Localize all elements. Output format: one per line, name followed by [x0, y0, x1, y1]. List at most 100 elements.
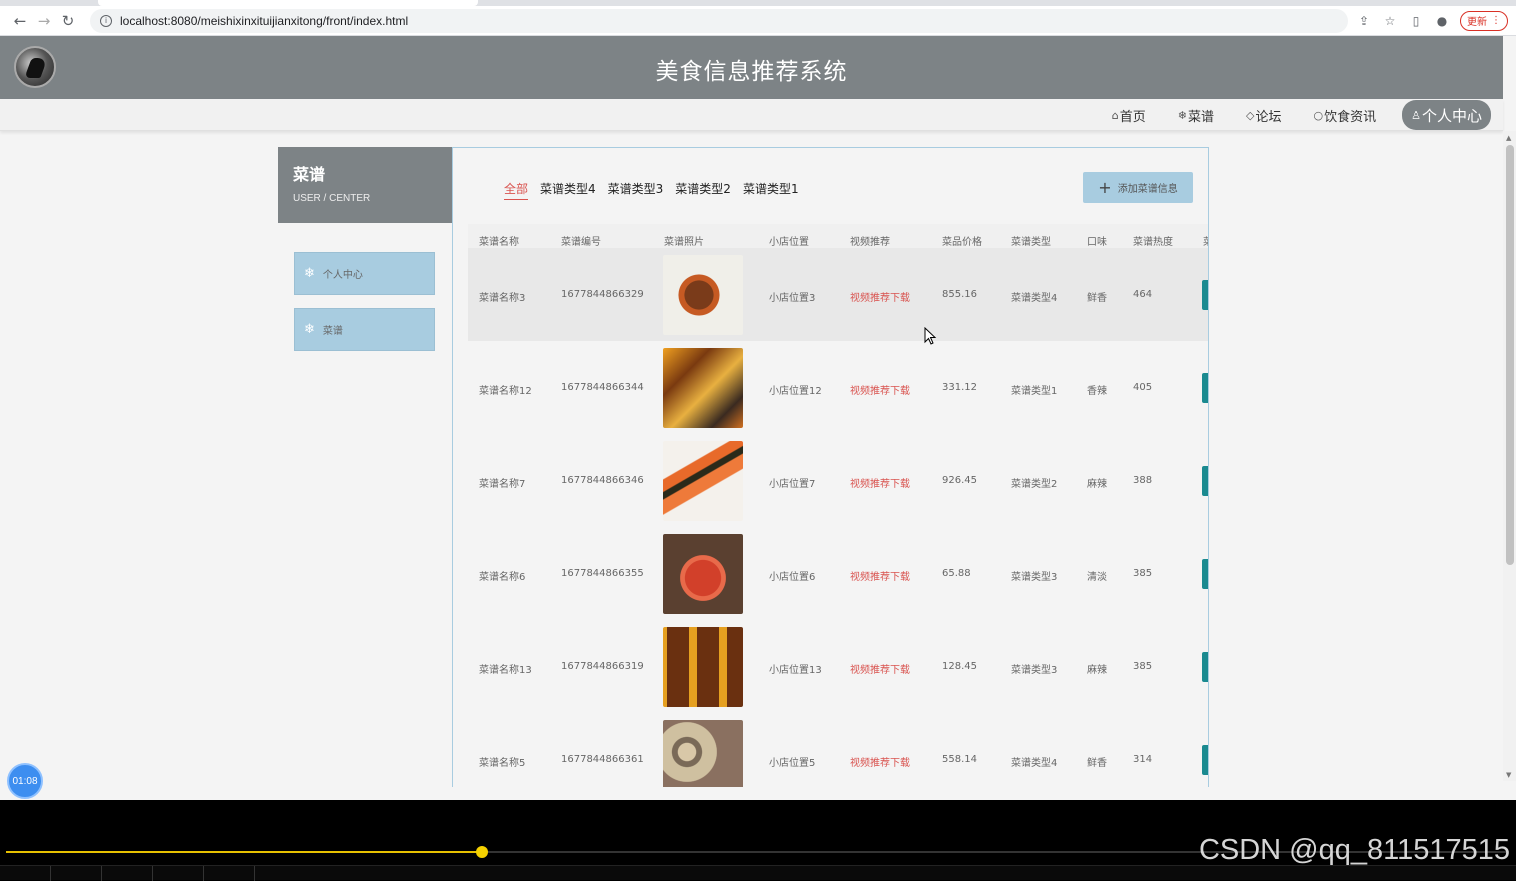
nav-recipes[interactable]: ❄ 菜谱 [1162, 100, 1230, 130]
scroll-up-icon[interactable]: ▲ [1506, 134, 1511, 142]
cell-name: 菜谱名称3 [479, 293, 526, 304]
cell-heat: 405 [1133, 382, 1153, 393]
page-scrollbar[interactable]: ▲ ▼ [1503, 131, 1516, 781]
browser-window: ← → ↻ i localhost:8080/meishixinxituijia… [0, 0, 1516, 800]
cell-type: 菜谱类型4 [1011, 293, 1058, 304]
row-action-button[interactable] [1202, 466, 1208, 496]
header-taste: 口味 [1087, 237, 1107, 248]
back-icon[interactable]: ← [8, 9, 32, 33]
cell-price: 65.88 [942, 568, 971, 579]
circle-icon: ○ [1313, 108, 1324, 122]
dish-photo[interactable] [663, 534, 743, 614]
snowflake-icon: ❄ [1177, 108, 1187, 122]
cell-taste: 鲜香 [1087, 293, 1107, 304]
cell-code: 1677844866346 [561, 475, 644, 486]
scroll-down-icon[interactable]: ▼ [1506, 771, 1511, 779]
forward-icon[interactable]: → [32, 9, 56, 33]
profile-icon[interactable]: ● [1434, 13, 1450, 29]
row-action-button[interactable] [1202, 559, 1208, 589]
row-action-button[interactable] [1202, 280, 1208, 310]
video-download-link[interactable]: 视频推荐下载 [850, 289, 910, 304]
cell-taste: 清淡 [1087, 572, 1107, 583]
cell-type: 菜谱类型3 [1011, 572, 1058, 583]
sidebar-item-user-center[interactable]: ❄ 个人中心 [294, 252, 435, 295]
cell-code: 1677844866361 [561, 754, 644, 765]
dish-photo[interactable] [663, 441, 743, 521]
cell-type: 菜谱类型4 [1011, 758, 1058, 769]
type-filters: 全部 菜谱类型4 菜谱类型3 菜谱类型2 菜谱类型1 [504, 180, 799, 200]
snowflake-icon: ❄ [304, 322, 315, 337]
cell-price: 558.14 [942, 754, 977, 765]
header-more: 菜 [1203, 233, 1208, 248]
cell-code: 1677844866355 [561, 568, 644, 579]
filter-type4[interactable]: 菜谱类型4 [540, 180, 596, 200]
row-action-button[interactable] [1202, 373, 1208, 403]
table-row[interactable]: 菜谱名称5 1677844866361 小店位置5 视频推荐下载 558.14 菜谱类型4… [468, 713, 1208, 787]
table-row[interactable]: 菜谱名称13 1677844866319 小店位置13 视频推荐下载 128.45 菜谱类… [468, 620, 1208, 713]
filter-type3[interactable]: 菜谱类型3 [608, 180, 664, 200]
filter-all[interactable]: 全部 [504, 180, 529, 200]
time-badge[interactable]: 01:08 [7, 763, 43, 799]
cell-name: 菜谱名称5 [479, 758, 526, 769]
table-row[interactable]: 菜谱名称3 1677844866329 小店位置3 视频推荐下载 855.16 菜谱类型4… [468, 248, 1208, 341]
cell-taste: 麻辣 [1087, 665, 1107, 676]
video-download-link[interactable]: 视频推荐下载 [850, 568, 910, 583]
info-icon[interactable]: i [100, 14, 112, 27]
dish-photo[interactable] [663, 720, 743, 787]
cell-type: 菜谱类型3 [1011, 665, 1058, 676]
sidebar-subtitle: USER / CENTER [293, 193, 371, 204]
side-panel-icon[interactable]: ▯ [1408, 13, 1424, 29]
scrollbar-thumb[interactable] [1506, 145, 1514, 565]
update-button[interactable]: 更新 ⋮ [1460, 10, 1508, 31]
active-tab[interactable] [98, 0, 478, 6]
filter-type2[interactable]: 菜谱类型2 [675, 180, 731, 200]
watermark: CSDN @qq_811517515 [1198, 834, 1510, 866]
nav-label: 菜谱 [1187, 109, 1214, 125]
row-action-button[interactable] [1202, 652, 1208, 682]
table-row[interactable]: 菜谱名称12 1677844866344 小店位置12 视频推荐下载 331.12 菜谱类… [468, 341, 1208, 434]
nav-news[interactable]: ○ 饮食资讯 [1297, 100, 1392, 130]
cell-name: 菜谱名称6 [479, 572, 526, 583]
filter-type1[interactable]: 菜谱类型1 [743, 180, 799, 200]
cell-name: 菜谱名称7 [479, 479, 526, 490]
cell-location: 小店位置5 [769, 758, 816, 769]
progress-knob[interactable] [475, 846, 488, 858]
sidebar-item-label: 菜谱 [322, 326, 343, 337]
video-download-link[interactable]: 视频推荐下载 [850, 382, 910, 397]
cell-code: 1677844866329 [561, 289, 644, 300]
cell-heat: 385 [1133, 568, 1153, 579]
nav-label: 饮食资讯 [1324, 109, 1377, 125]
address-bar[interactable]: i localhost:8080/meishixinxituijianxiton… [90, 8, 1348, 33]
share-icon[interactable]: ⇪ [1356, 13, 1372, 29]
nav-bar: ⌂ 首页 ❄ 菜谱 ◇ 论坛 ○ 饮食资讯 ♙ 个人中心 [0, 99, 1503, 131]
cell-heat: 388 [1133, 475, 1153, 486]
add-recipe-button[interactable]: + 添加菜谱信息 [1083, 172, 1193, 203]
header-type: 菜谱类型 [1011, 237, 1051, 248]
table-row[interactable]: 菜谱名称6 1677844866355 小店位置6 视频推荐下载 65.88 菜谱类型3 清… [468, 527, 1208, 620]
cell-heat: 314 [1133, 754, 1153, 765]
video-download-link[interactable]: 视频推荐下载 [850, 661, 910, 676]
reload-icon[interactable]: ↻ [56, 9, 80, 33]
nav-forum[interactable]: ◇ 论坛 [1230, 100, 1297, 130]
dish-photo[interactable] [663, 348, 743, 428]
row-action-button[interactable] [1202, 745, 1208, 775]
video-download-link[interactable]: 视频推荐下载 [850, 475, 910, 490]
dish-photo[interactable] [663, 255, 743, 335]
nav-user-center[interactable]: ♙ 个人中心 [1402, 100, 1491, 130]
nav-label: 首页 [1119, 109, 1146, 125]
video-download-link[interactable]: 视频推荐下载 [850, 754, 910, 769]
cell-price: 331.12 [942, 382, 977, 393]
dish-photo[interactable] [663, 627, 743, 707]
cell-location: 小店位置12 [769, 386, 822, 397]
cell-name: 菜谱名称13 [479, 665, 532, 676]
bookmark-star-icon[interactable]: ☆ [1382, 13, 1398, 29]
cell-type: 菜谱类型1 [1011, 386, 1058, 397]
sidebar-item-recipes[interactable]: ❄ 菜谱 [294, 308, 435, 351]
table-row[interactable]: 菜谱名称7 1677844866346 小店位置7 视频推荐下载 926.45 菜谱类型2… [468, 434, 1208, 527]
cell-heat: 464 [1133, 289, 1153, 300]
nav-home[interactable]: ⌂ 首页 [1096, 100, 1162, 130]
cell-code: 1677844866319 [561, 661, 644, 672]
mouse-cursor-icon [924, 327, 937, 345]
site-title: 美食信息推荐系统 [655, 59, 848, 85]
cell-price: 855.16 [942, 289, 977, 300]
